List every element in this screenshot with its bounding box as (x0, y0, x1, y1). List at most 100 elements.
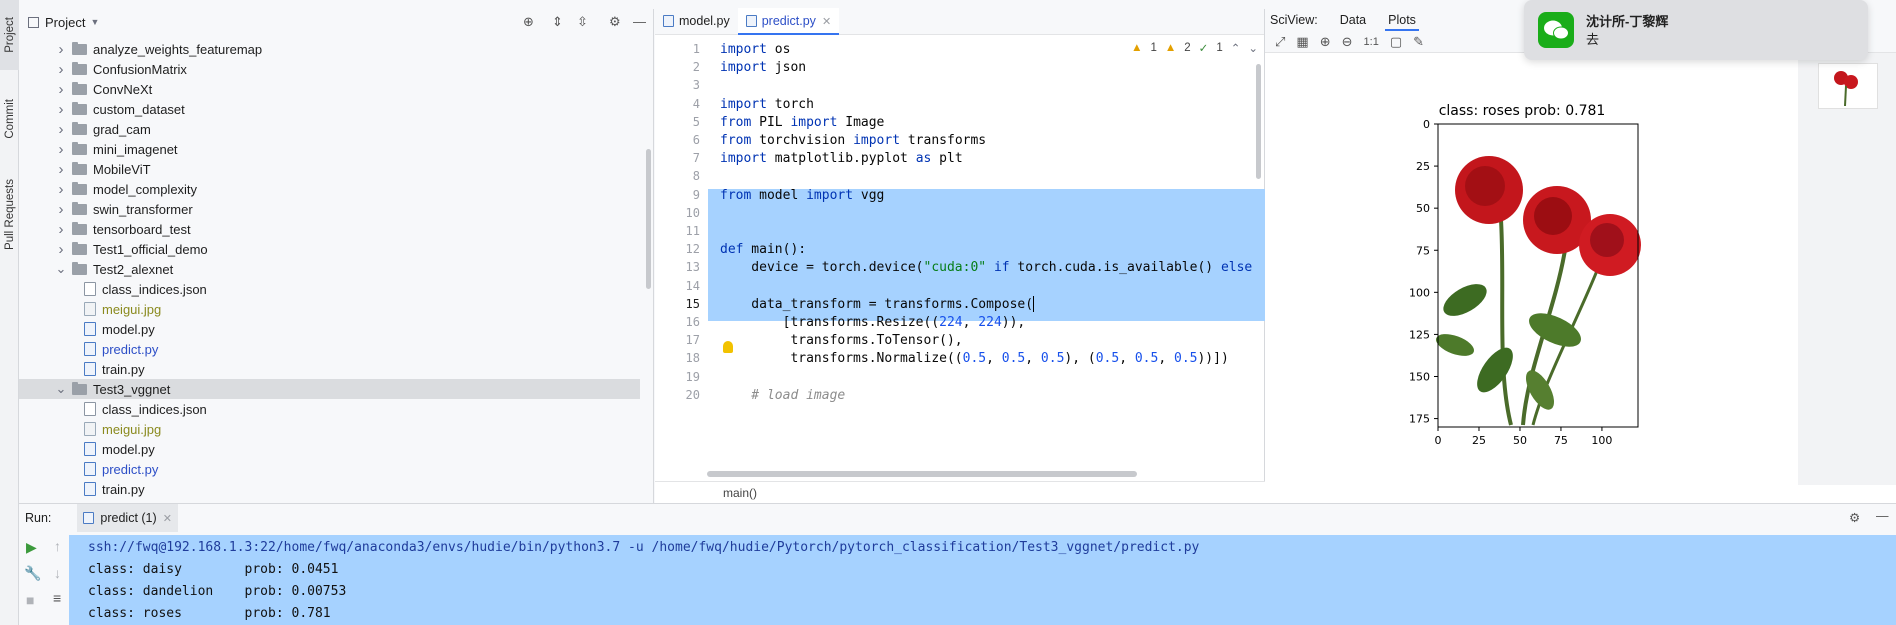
expand-all-icon[interactable]: ⇕ (552, 14, 563, 30)
actual-size-button[interactable]: 1:1 (1364, 36, 1379, 48)
chevron-right-icon[interactable]: › (55, 241, 67, 258)
plot-title: class: roses prob: 0.781 (1439, 103, 1606, 119)
tree-file[interactable]: model.py (19, 439, 640, 459)
editor-horizontal-scrollbar[interactable] (707, 471, 1137, 477)
json-file-icon (84, 282, 96, 296)
close-icon[interactable]: ✕ (822, 15, 831, 28)
folder-icon (72, 381, 87, 395)
wechat-notification[interactable]: 沈计所-丁黎辉 去 (1524, 0, 1868, 60)
tree-file[interactable]: predict.py (19, 459, 640, 479)
tree-file[interactable]: meigui.jpg (19, 299, 640, 319)
project-panel-title[interactable]: Project (45, 15, 85, 30)
code-area[interactable]: import os import json import torch from PIL… (708, 35, 1265, 475)
folder-icon (72, 121, 87, 135)
wrench-icon[interactable]: 🔧 (24, 565, 41, 582)
chevron-right-icon[interactable]: › (55, 81, 67, 98)
tree-folder[interactable]: › ConvNeXt (19, 79, 640, 99)
tab-data[interactable]: Data (1340, 13, 1366, 27)
plot-canvas: class: roses prob: 0.781 0 25 50 75 100 125 15… (1265, 70, 1795, 485)
zoom-in-icon[interactable]: ⊕ (1320, 34, 1331, 50)
chevron-right-icon[interactable]: › (55, 201, 67, 218)
tree-folder[interactable]: › ConfusionMatrix (19, 59, 640, 79)
chevron-right-icon[interactable]: › (55, 121, 67, 138)
chevron-down-icon[interactable]: ⌄ (55, 381, 67, 397)
rerun-icon[interactable]: ▶ (26, 539, 37, 556)
tree-folder[interactable]: ⌄ Test3_vggnet (19, 379, 640, 399)
stop-icon[interactable]: ■ (26, 592, 34, 608)
y-tick-label: 175 (1409, 413, 1430, 426)
tree-item-label: model.py (102, 321, 155, 337)
tree-folder[interactable]: › swin_transformer (19, 199, 640, 219)
line-number: 9 (692, 187, 700, 202)
hide-icon[interactable]: — (1876, 509, 1889, 523)
tree-folder[interactable]: › mini_imagenet (19, 139, 640, 159)
plot-thumbnail[interactable] (1818, 63, 1878, 109)
tab-predict-py[interactable]: predict.py ✕ (737, 8, 840, 35)
chevron-right-icon[interactable]: › (55, 221, 67, 238)
arrow-up-icon[interactable]: ↑ (54, 538, 61, 554)
tree-folder[interactable]: › custom_dataset (19, 99, 640, 119)
tree-file[interactable]: class_indices.json (19, 399, 640, 419)
y-tick-label: 0 (1423, 118, 1430, 131)
grid-icon[interactable]: ▦ (1296, 34, 1308, 50)
editor-vertical-scrollbar[interactable] (1256, 64, 1261, 179)
code-line: from model import vgg (720, 187, 885, 203)
image-icon[interactable]: ▢ (1390, 34, 1402, 50)
tree-file[interactable]: train.py (19, 479, 640, 499)
hide-icon[interactable]: — (633, 14, 646, 29)
chevron-right-icon[interactable]: › (55, 181, 67, 198)
folder-icon (72, 181, 87, 195)
python-file-icon (663, 15, 674, 27)
tree-file[interactable]: meigui.jpg (19, 419, 640, 439)
fit-icon[interactable]: ⤢ (1275, 34, 1285, 50)
tree-folder[interactable]: › MobileViT (19, 159, 640, 179)
chevron-down-icon[interactable]: ⌄ (55, 261, 67, 277)
project-tool-tab[interactable]: Project (0, 0, 19, 70)
gear-icon[interactable]: ⚙ (1849, 510, 1860, 525)
tree-folder[interactable]: › tensorboard_test (19, 219, 640, 239)
tree-file[interactable]: class_indices.json (19, 279, 640, 299)
gear-icon[interactable]: ⚙ (609, 14, 621, 30)
run-tab-predict[interactable]: predict (1) ✕ (77, 504, 178, 532)
tab-plots[interactable]: Plots (1385, 13, 1419, 31)
pull-requests-tool-tab-label: Pull Requests (3, 178, 16, 250)
tab-model-py[interactable]: model.py (655, 8, 738, 34)
chevron-right-icon[interactable]: › (55, 161, 67, 178)
line-number: 13 (685, 260, 700, 275)
inspection-widget[interactable]: ▲ 1 ▲ 2 ✓ 1 ⌃ ⌄ (1131, 41, 1258, 55)
collapse-all-icon[interactable]: ⇳ (577, 14, 588, 30)
chevron-right-icon[interactable]: › (55, 141, 67, 158)
line-number-gutter: 1 2 3 4 5 6 7 8 9 10 11 12 13 14 15 16 17 18 19 20 (655, 35, 708, 475)
tree-folder[interactable]: ⌄ Test2_alexnet (19, 259, 640, 279)
tree-folder[interactable]: › grad_cam (19, 119, 640, 139)
chevron-right-icon[interactable]: › (55, 101, 67, 118)
folder-icon (72, 61, 87, 75)
plot-figure: class: roses prob: 0.781 0 25 50 75 100 125 15… (1409, 103, 1641, 447)
close-icon[interactable]: ✕ (163, 512, 172, 525)
breadcrumb-item[interactable]: main() (723, 486, 757, 500)
tree-folder[interactable]: › analyze_weights_featuremap (19, 39, 640, 59)
tree-folder[interactable]: › model_complexity (19, 179, 640, 199)
chevron-right-icon[interactable]: › (55, 61, 67, 78)
locate-icon[interactable]: ⊕ (523, 14, 534, 30)
tree-folder[interactable]: › Test1_official_demo (19, 239, 640, 259)
chevron-down-icon[interactable]: ⌄ (1248, 41, 1258, 55)
console-output[interactable]: ssh://fwq@192.168.1.3:22/home/fwq/anacon… (69, 535, 1896, 625)
tree-file[interactable]: model.py (19, 319, 640, 339)
soft-wrap-icon[interactable]: ≡ (53, 590, 61, 606)
chevron-right-icon[interactable]: › (55, 41, 67, 58)
code-editor: model.py predict.py ✕ 1 2 3 4 5 6 7 8 9 10 11 12 13 1… (655, 8, 1265, 503)
lightbulb-icon[interactable] (723, 341, 733, 353)
eyedropper-icon[interactable]: ✎ (1413, 34, 1424, 50)
x-tick-label: 25 (1472, 434, 1486, 447)
tree-file[interactable]: train.py (19, 359, 640, 379)
tree-file[interactable]: predict.py (19, 339, 640, 359)
chevron-down-icon[interactable]: ▼ (90, 17, 99, 27)
pull-requests-tool-tab[interactable]: Pull Requests (0, 168, 19, 260)
line-number: 6 (692, 133, 700, 147)
arrow-down-icon[interactable]: ↓ (54, 565, 61, 581)
zoom-out-icon[interactable]: ⊖ (1342, 34, 1353, 50)
chevron-up-icon[interactable]: ⌃ (1231, 41, 1241, 55)
commit-tool-tab[interactable]: Commit (0, 86, 19, 152)
project-scrollbar[interactable] (646, 149, 651, 289)
